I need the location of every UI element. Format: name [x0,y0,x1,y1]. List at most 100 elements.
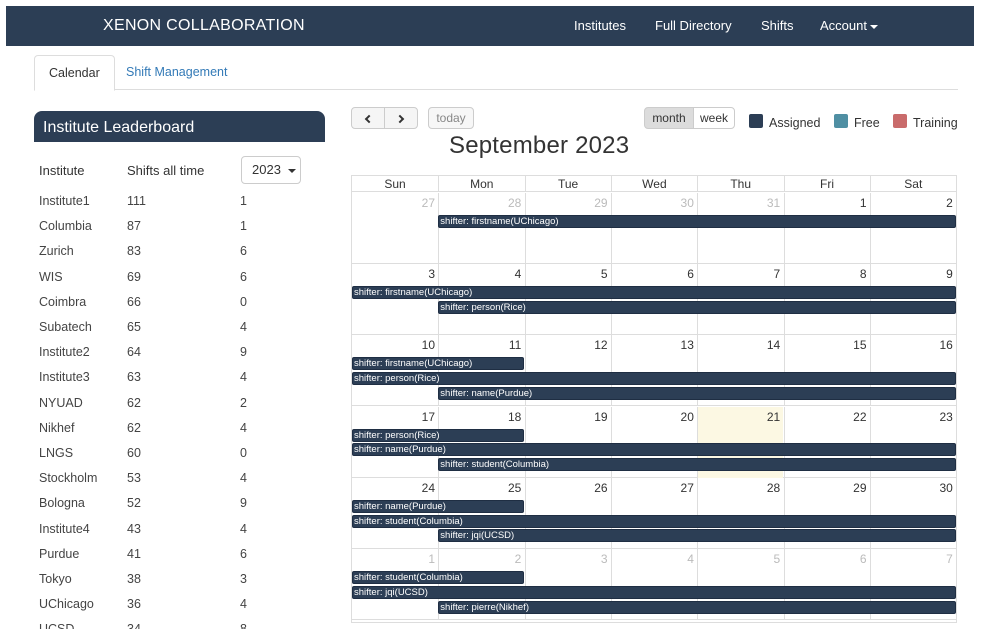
shift-event[interactable]: shifter: student(Columbia) [352,514,956,528]
day-cell[interactable]: 1 [352,549,438,620]
day-cell[interactable]: 8 [783,264,870,336]
weekday-header: Sun Mon Tue Wed Thu Fri Sat [352,176,956,192]
leaderboard-title: Institute Leaderboard [34,111,325,142]
shift-event[interactable]: shifter: person(Rice) [438,301,956,314]
table-row: WIS 69 6 [34,265,324,290]
cell-institute: WIS [39,269,63,284]
cell-institute: Subatech [39,320,92,334]
day-number: 5 [773,552,781,566]
day-number: 6 [687,267,694,282]
prev-month-button[interactable] [351,107,385,129]
day-number: 22 [853,409,867,424]
day-number: 12 [594,338,608,353]
shift-event[interactable]: shifter: firstname(UChicago) [438,215,956,228]
day-cell[interactable]: 4 [438,264,524,336]
cell-shifts-all-time: 43 [127,521,141,536]
table-row: Institute3 63 4 [34,365,324,390]
table-row: Purdue 41 6 [34,542,324,567]
nav-shifts[interactable]: Shifts [761,6,794,46]
day-cell[interactable]: 28 [438,193,524,264]
day-cell[interactable]: 10 [352,335,438,406]
chevron-right-icon [395,114,405,124]
shift-event[interactable]: shifter: name(Purdue) [352,499,524,513]
day-number: 30 [939,480,953,495]
day-number: 1 [428,552,435,566]
day-number: 29 [594,196,608,210]
shift-event[interactable]: shifter: jqi(UCSD) [438,529,956,543]
nav-institutes[interactable]: Institutes [574,6,626,46]
shift-event[interactable]: shifter: name(Purdue) [438,387,956,400]
day-cell[interactable]: 5 [524,264,611,336]
weekday-sun: Sun [384,177,406,191]
table-row: Columbia 87 1 [34,214,324,239]
table-row: LNGS 60 0 [34,441,324,466]
cell-shifts-all-time: 65 [127,320,141,334]
shift-event[interactable]: shifter: student(Columbia) [438,458,956,472]
week-view-button[interactable]: week [693,107,735,129]
cell-institute: Institute2 [39,345,90,360]
table-row: Bologna 52 9 [34,491,324,516]
day-cell[interactable]: 9 [869,264,956,336]
day-cell[interactable]: 1 [783,193,870,264]
legend-swatch-assigned [749,114,763,128]
table-row: Zurich 83 6 [34,239,324,264]
legend-label-training: Training [913,116,958,130]
day-cell[interactable]: 6 [610,264,697,336]
day-cell[interactable]: 27 [352,193,438,264]
day-cell[interactable]: 3 [352,264,438,335]
cell-institute: Stockholm [39,471,98,486]
day-number: 31 [766,196,781,210]
shift-event[interactable]: shifter: pierre(Nikhef) [438,600,956,614]
day-number: 17 [421,409,435,424]
day-number: 4 [514,267,522,282]
tab-shift-management[interactable]: Shift Management [112,55,241,90]
cell-shifts-all-time: 66 [127,294,141,309]
shift-event[interactable]: shifter: firstname(UChicago) [352,286,956,300]
nav-account[interactable]: Account [820,6,878,46]
cell-shifts-all-time: 62 [127,395,141,410]
brand-title[interactable]: XENON COLLABORATION [103,6,305,46]
month-view-button[interactable]: month [644,107,694,129]
shift-event[interactable]: shifter: student(Columbia) [352,571,524,584]
cell-institute: NYUAD [39,395,83,410]
day-cell[interactable]: 24 [352,478,438,549]
shift-event[interactable]: shifter: person(Rice) [352,428,524,442]
cell-institute: UCSD [39,617,74,629]
shift-event[interactable]: shifter: person(Rice) [352,372,956,386]
day-cell[interactable]: 7 [697,264,783,336]
day-number: 29 [853,480,867,495]
shift-event[interactable]: shifter: name(Purdue) [352,443,956,457]
calendar-title: September 2023 [449,132,630,159]
weekday-mon: Mon [438,176,524,192]
day-number: 20 [680,409,694,424]
today-button[interactable]: today [428,107,474,129]
weekday-thu: Thu [697,176,783,192]
cell-shifts-all-time: 69 [127,269,141,284]
day-number: 3 [600,552,608,566]
cell-shifts-year: 1 [240,194,247,208]
day-cell[interactable]: 29 [524,193,611,264]
day-number: 16 [939,338,953,353]
day-number: 13 [680,338,694,353]
day-cell[interactable]: 31 [697,193,783,264]
day-number: 7 [773,267,781,282]
table-row: NYUAD 62 2 [34,391,324,416]
next-month-button[interactable] [384,107,418,129]
cell-shifts-year: 8 [240,617,247,629]
day-number: 2 [946,196,953,210]
shift-event[interactable]: shifter: jqi(UCSD) [352,585,956,599]
day-number: 25 [507,480,522,495]
cell-shifts-year: 6 [240,244,247,259]
nav-full-directory[interactable]: Full Directory [655,6,732,46]
day-number: 10 [421,338,435,353]
table-row: Institute1 111 1 [34,189,324,214]
year-select[interactable]: 2023 [241,156,301,184]
day-cell[interactable]: 17 [352,407,438,478]
day-cell[interactable]: 2 [869,193,956,264]
day-cell[interactable]: 30 [610,193,697,264]
cell-institute: Nikhef [39,420,75,435]
table-row: Stockholm 53 4 [34,466,324,491]
shift-event[interactable]: shifter: firstname(UChicago) [352,357,524,371]
tab-calendar[interactable]: Calendar [34,55,115,91]
col-header-shifts-all-time: Shifts all time [127,163,205,178]
